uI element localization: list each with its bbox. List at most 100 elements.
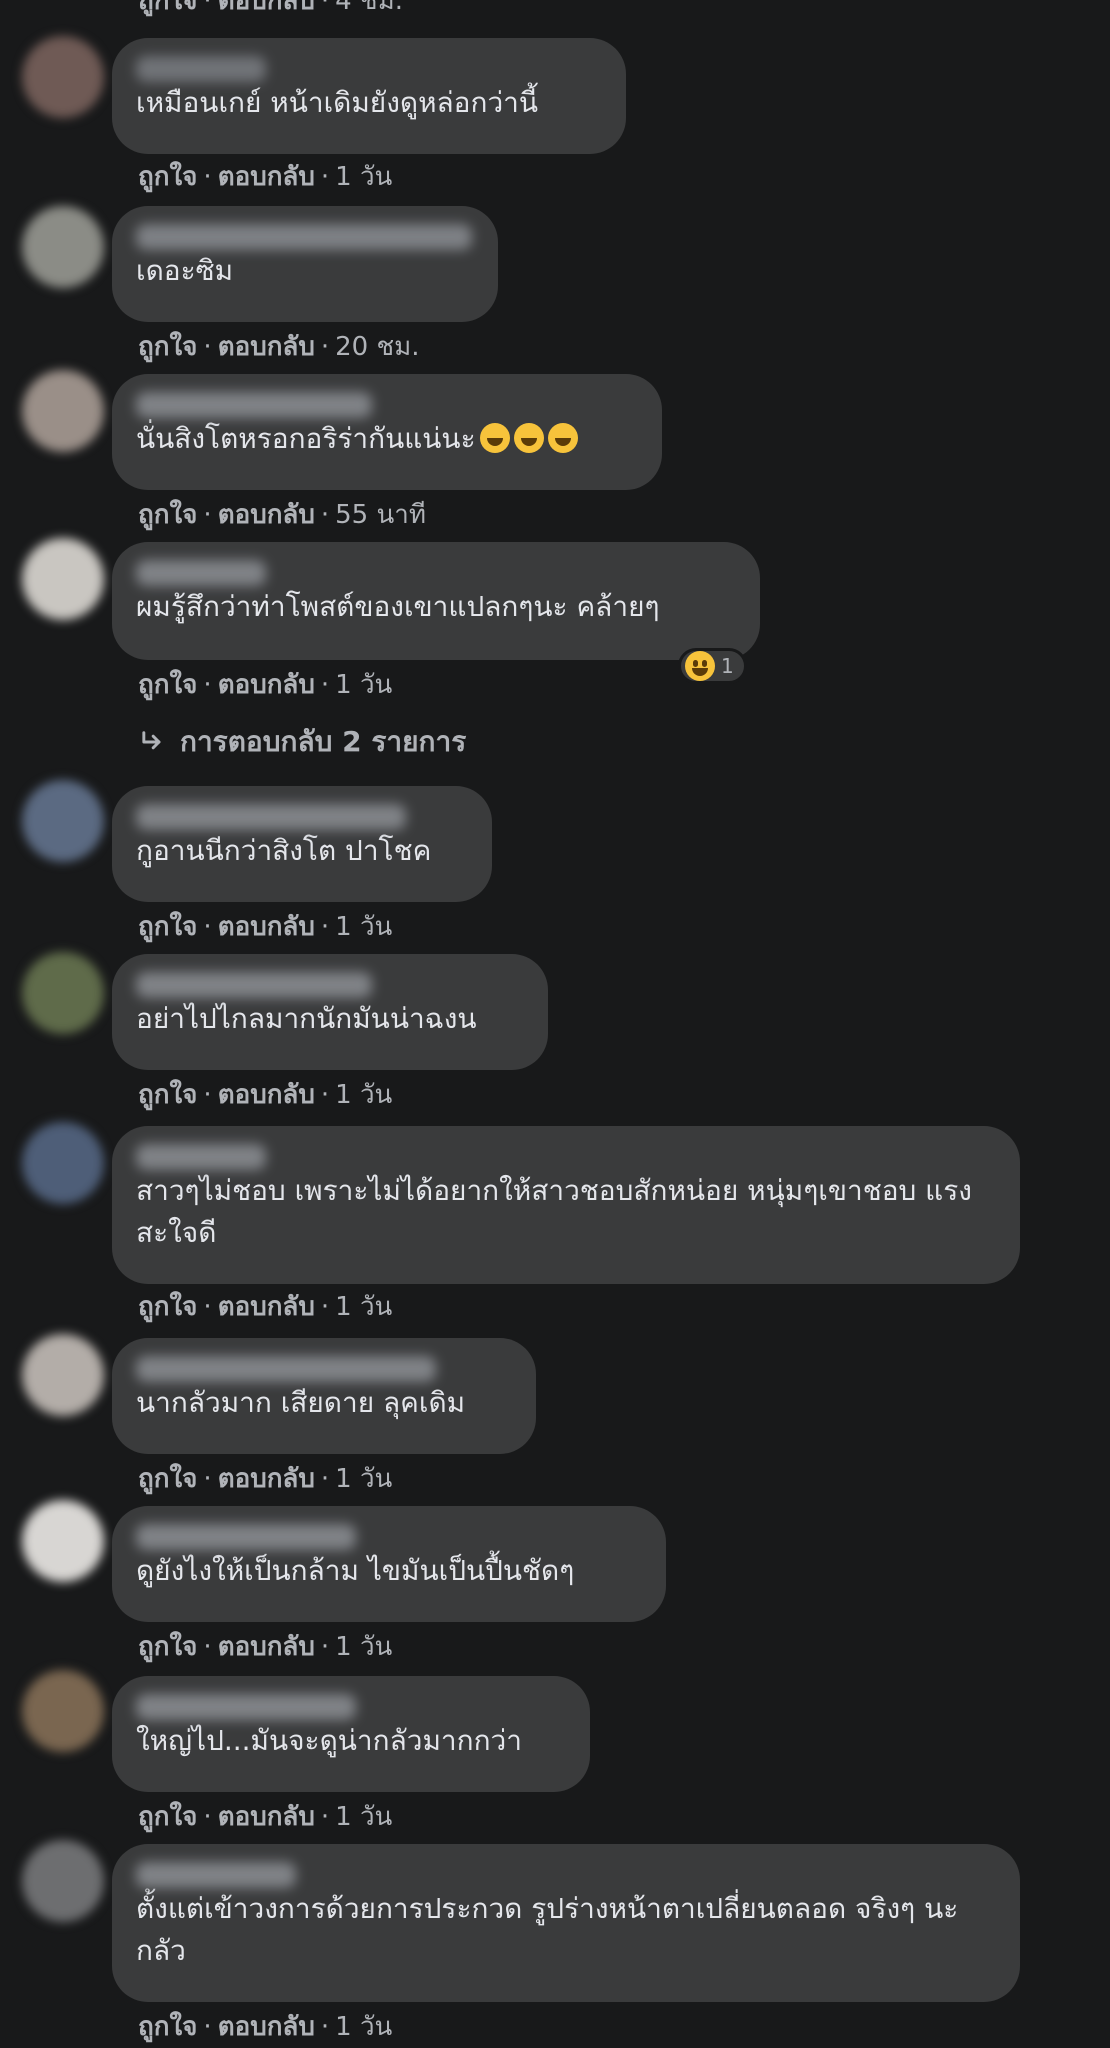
author-name-redacted[interactable] (136, 224, 472, 250)
comment-time[interactable]: 55 นาที (335, 500, 426, 530)
reply-link[interactable]: ตอบกลับ (218, 2012, 315, 2042)
like-link[interactable]: ถูกใจ (138, 500, 197, 530)
comment-bubble: สาวๆไม่ชอบ เพราะไม่ได้อยากให้สาวชอบสักหน… (112, 1126, 1020, 1284)
separator: · (320, 500, 330, 530)
comment-actions: ถูกใจ · ตอบกลับ · 1 วัน (138, 1290, 392, 1324)
author-name-redacted[interactable] (136, 1862, 296, 1888)
comment-time[interactable]: 1 วัน (335, 1632, 392, 1662)
reply-link[interactable]: ตอบกลับ (218, 0, 315, 16)
avatar[interactable] (22, 1500, 104, 1582)
avatar[interactable] (22, 1670, 104, 1752)
comment-actions: ถูกใจ · ตอบกลับ · 55 นาที (138, 498, 426, 532)
like-link[interactable]: ถูกใจ (138, 2012, 197, 2042)
like-link[interactable]: ถูกใจ (138, 1292, 197, 1322)
comment-time[interactable]: 1 วัน (335, 1080, 392, 1110)
comment-time[interactable]: 1 วัน (335, 162, 392, 192)
separator: · (203, 500, 212, 530)
comment-text: ตั้งแต่เข้าวงการด้วยการประกวด รูปร่างหน้… (136, 1892, 959, 1967)
reply-link[interactable]: ตอบกลับ (218, 332, 315, 362)
author-name-redacted[interactable] (136, 1356, 436, 1382)
like-link[interactable]: ถูกใจ (138, 1464, 197, 1494)
reply-link[interactable]: ตอบกลับ (218, 500, 315, 530)
like-link[interactable]: ถูกใจ (138, 1632, 197, 1662)
avatar[interactable] (22, 370, 104, 452)
comment-time[interactable]: 1 วัน (335, 1464, 392, 1494)
comment-text: อย่าไปไกลมากนักมันน่าฉงน (136, 1002, 477, 1035)
reaction-badge[interactable]: 1 (678, 648, 747, 684)
reply-link[interactable]: ตอบกลับ (218, 670, 315, 700)
comment-actions: ถูกใจ · ตอบกลับ · 1 วัน (138, 1800, 392, 1834)
comment-text: เหมือนเกย์ หน้าเดิมยังดูหล่อกว่านี้ (136, 86, 539, 119)
reply-link[interactable]: ตอบกลับ (218, 1464, 315, 1494)
comment-actions: ถูกใจ · ตอบกลับ · 1 วัน (138, 160, 392, 194)
comment-time[interactable]: 1 วัน (335, 1292, 392, 1322)
avatar[interactable] (22, 36, 104, 118)
separator: · (203, 912, 212, 942)
reply-link[interactable]: ตอบกลับ (218, 912, 315, 942)
avatar[interactable] (22, 1840, 104, 1922)
avatar[interactable] (22, 538, 104, 620)
author-name-redacted[interactable] (136, 392, 372, 418)
view-replies-link[interactable]: การตอบกลับ 2 รายการ (138, 724, 466, 760)
like-link[interactable]: ถูกใจ (138, 162, 197, 192)
reply-link[interactable]: ตอบกลับ (218, 1802, 315, 1832)
comment-text: กูอานนีกว่าสิงโต ปาโชค (136, 834, 432, 867)
comment-time[interactable]: 1 วัน (335, 1802, 392, 1832)
separator: · (203, 1802, 212, 1832)
reply-link[interactable]: ตอบกลับ (218, 1292, 315, 1322)
comment-bubble: อย่าไปไกลมากนักมันน่าฉงน (112, 954, 548, 1070)
comment-text: นั่นสิงโตหรอกอริร่ากันแน่นะ (136, 418, 638, 460)
author-name-redacted[interactable] (136, 1144, 266, 1170)
comment-bubble: เดอะซิม (112, 206, 498, 322)
comment-actions-partial: ถูกใจ · ตอบกลับ · 4 ชม. (138, 0, 403, 18)
separator: · (203, 162, 212, 192)
comment-actions: ถูกใจ · ตอบกลับ · 20 ชม. (138, 330, 420, 364)
avatar[interactable] (22, 206, 104, 288)
author-name-redacted[interactable] (136, 1694, 356, 1720)
author-name-redacted[interactable] (136, 972, 372, 998)
like-link[interactable]: ถูกใจ (138, 912, 197, 942)
author-name-redacted[interactable] (136, 804, 406, 830)
separator: · (320, 162, 330, 192)
separator: · (320, 670, 330, 700)
comment-time[interactable]: 1 วัน (335, 912, 392, 942)
separator: · (320, 332, 330, 362)
comment-bubble: เหมือนเกย์ หน้าเดิมยังดูหล่อกว่านี้ (112, 38, 626, 154)
separator: · (320, 912, 330, 942)
like-link[interactable]: ถูกใจ (138, 670, 197, 700)
comment-text: ดูยังไงให้เป็นกล้าม ไขมันเป็นปื้นชัดๆ (136, 1554, 575, 1587)
author-name-redacted[interactable] (136, 1524, 356, 1550)
comment-actions: ถูกใจ · ตอบกลับ · 1 วัน (138, 1462, 392, 1496)
comment-actions: ถูกใจ · ตอบกลับ · 1 วัน (138, 668, 392, 702)
comment-time[interactable]: 1 วัน (335, 670, 392, 700)
comment-bubble: ผมรู้สึกว่าท่าโพสต์ของเขาแปลกๆนะ คล้ายๆ (112, 542, 760, 660)
author-name-redacted[interactable] (136, 56, 266, 82)
reply-arrow-icon (142, 731, 161, 750)
separator: · (320, 1464, 330, 1494)
comment-text-content: นั่นสิงโตหรอกอริร่ากันแน่นะ (136, 422, 476, 455)
comment-text: ผมรู้สึกว่าท่าโพสต์ของเขาแปลกๆนะ คล้ายๆ (136, 590, 660, 623)
comment-bubble: ใหญ่ไป...มันจะดูน่ากลัวมากกว่า (112, 1676, 590, 1792)
separator: · (320, 0, 330, 16)
like-link[interactable]: ถูกใจ (138, 332, 197, 362)
avatar[interactable] (22, 780, 104, 862)
author-name-redacted[interactable] (136, 560, 266, 586)
avatar[interactable] (22, 1122, 104, 1204)
comment-bubble: นากลัวมาก เสียดาย ลุคเดิม (112, 1338, 536, 1454)
like-link[interactable]: ถูกใจ (138, 1802, 197, 1832)
comment-actions: ถูกใจ · ตอบกลับ · 1 วัน (138, 910, 392, 944)
comment-time[interactable]: 1 วัน (335, 2012, 392, 2042)
comment-bubble: กูอานนีกว่าสิงโต ปาโชค (112, 786, 492, 902)
separator: · (320, 2012, 330, 2042)
like-link[interactable]: ถูกใจ (138, 0, 197, 16)
like-link[interactable]: ถูกใจ (138, 1080, 197, 1110)
comment-actions: ถูกใจ · ตอบกลับ · 1 วัน (138, 1078, 392, 1112)
avatar[interactable] (22, 1334, 104, 1416)
separator: · (203, 1464, 212, 1494)
reply-link[interactable]: ตอบกลับ (218, 1080, 315, 1110)
avatar[interactable] (22, 952, 104, 1034)
reply-link[interactable]: ตอบกลับ (218, 162, 315, 192)
comment-time[interactable]: 20 ชม. (335, 332, 419, 362)
comment-time[interactable]: 4 ชม. (335, 0, 403, 16)
reply-link[interactable]: ตอบกลับ (218, 1632, 315, 1662)
